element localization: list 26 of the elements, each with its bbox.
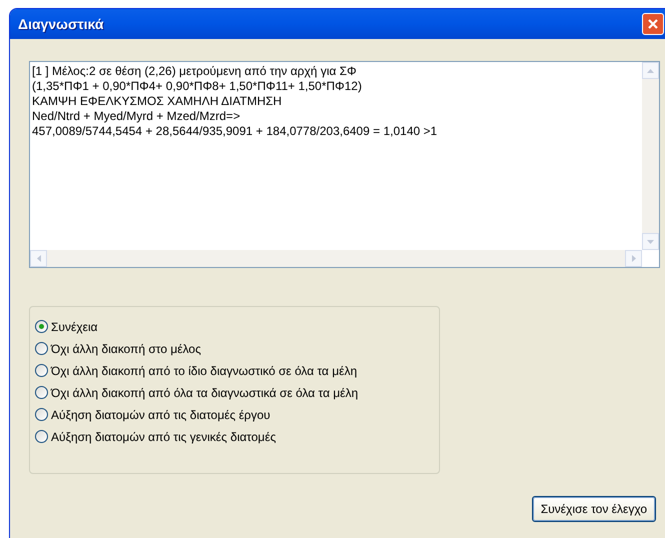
report-line: (1,35*ΠΦ1 + 0,90*ΠΦ4+ 0,90*ΠΦ8+ 1,50*ΠΦ11+ 1,50*ΠΦ12) <box>32 79 363 94</box>
report-text-area[interactable] <box>29 61 660 268</box>
close-icon <box>647 18 659 30</box>
close-button[interactable] <box>642 13 664 35</box>
up-arrow-icon <box>647 68 654 72</box>
down-arrow-icon <box>647 240 654 244</box>
left-arrow-icon <box>36 255 40 262</box>
radio-button[interactable] <box>35 430 48 443</box>
report-line: [1 ] Μέλος:2 σε θέση (2,26) μετρούμενη από την αρχή για ΣΦ <box>32 64 358 79</box>
option-label: Αύξηση διατομών από τις διατομές έργου <box>51 406 270 424</box>
option-label: Συνέχεια <box>51 318 98 336</box>
continue-check-button[interactable]: Συνέχισε τον έλεγχο <box>532 496 656 522</box>
radio-button[interactable] <box>35 408 48 421</box>
report-line: Ned/Ntrd + Myed/Myrd + Mzed/Mzrd=> <box>32 109 242 124</box>
option-label: Όχι άλλη διακοπή στο μέλος <box>51 340 201 358</box>
report-line: 457,0089/5744,5454 + 28,5644/935,9091 + 184,0778/203,6409 = 1,0140 >1 <box>32 124 438 139</box>
report-line: ΚΑΜΨΗ ΕΦΕΛΚΥΣΜΟΣ ΧΑΜΗΛΗ ΔΙΑΤΜΗΣΗ <box>32 94 283 109</box>
window-title: Διαγνωστικά <box>18 14 104 34</box>
option-label: Όχι άλλη διακοπή από το ίδιο διαγνωστικό σε όλα τα μέλη <box>51 362 358 380</box>
option-label: Όχι άλλη διακοπή από όλα τα διαγνωστικά σε όλα τα μέλη <box>51 384 358 402</box>
radio-button[interactable] <box>35 364 48 377</box>
right-arrow-icon <box>632 255 636 262</box>
option-label: Αύξηση διατομών από τις γενικές διατομές <box>51 428 276 446</box>
radio-button[interactable] <box>35 386 48 399</box>
radio-button[interactable] <box>35 342 48 355</box>
radio-button[interactable] <box>35 320 48 333</box>
